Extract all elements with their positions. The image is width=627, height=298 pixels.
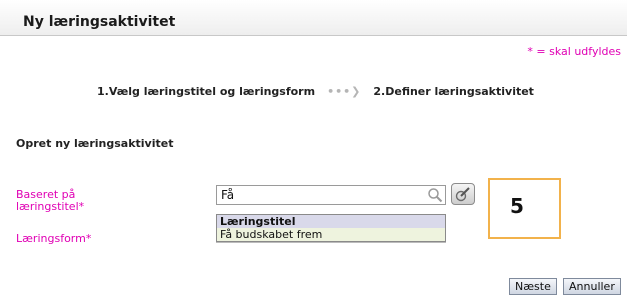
annotation-marker: 5 bbox=[488, 178, 561, 239]
step-2-label: 2.Definer læringsaktivitet bbox=[373, 85, 534, 98]
step-arrow-icon: •••❯ bbox=[327, 85, 362, 98]
search-icon[interactable] bbox=[427, 187, 443, 203]
pen-icon bbox=[455, 187, 470, 202]
edit-icon[interactable] bbox=[451, 183, 475, 205]
section-title: Opret ny læringsaktivitet bbox=[16, 137, 174, 150]
autocomplete-dropdown: Læringstitel Få budskabet frem bbox=[216, 214, 446, 242]
page-title: Ny læringsaktivitet bbox=[23, 14, 176, 30]
dropdown-group-header: Læringstitel bbox=[217, 215, 445, 228]
learning-title-search-field[interactable] bbox=[216, 185, 446, 205]
wizard-steps: 1.Vælg læringstitel og læringsform •••❯ … bbox=[97, 85, 534, 98]
dropdown-option[interactable]: Få budskabet frem bbox=[217, 228, 445, 241]
step-1-label: 1.Vælg læringstitel og læringsform bbox=[97, 85, 316, 98]
based-on-title-label: Baseret på læringstitel* bbox=[16, 188, 85, 213]
next-button[interactable]: Næste bbox=[509, 278, 557, 295]
learning-form-label: Læringsform* bbox=[16, 232, 92, 245]
cancel-button[interactable]: Annuller bbox=[563, 278, 621, 295]
dialog-header: Ny læringsaktivitet bbox=[0, 0, 627, 36]
annotation-number: 5 bbox=[510, 194, 524, 218]
learning-title-search-input[interactable] bbox=[221, 187, 421, 203]
required-fields-note: * = skal udfyldes bbox=[527, 45, 621, 58]
